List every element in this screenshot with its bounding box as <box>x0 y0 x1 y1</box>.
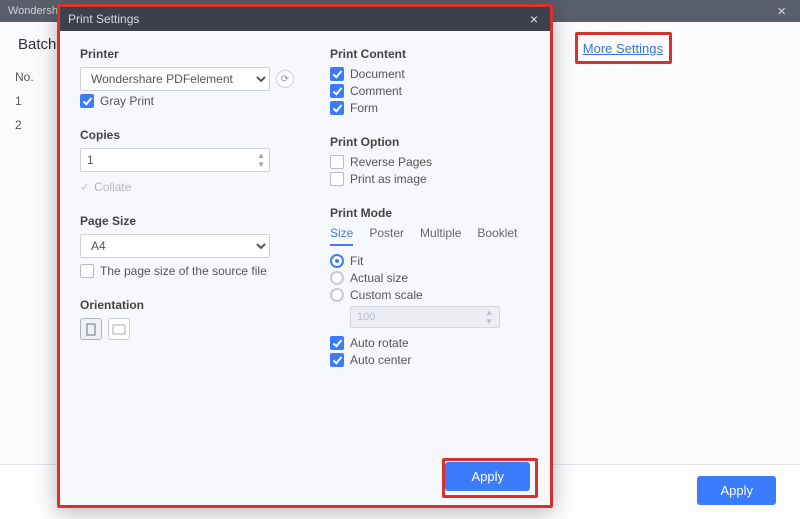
orientation-landscape-button[interactable] <box>108 318 130 340</box>
auto-rotate-checkbox[interactable]: Auto rotate <box>330 336 540 350</box>
orientation-label: Orientation <box>80 298 295 312</box>
source-pagesize-checkbox[interactable]: The page size of the source file <box>80 264 295 278</box>
copies-label: Copies <box>80 128 295 142</box>
copies-input[interactable]: 1 ▲▼ <box>80 148 270 172</box>
tab-booklet[interactable]: Booklet <box>477 226 517 246</box>
print-option-label: Print Option <box>330 135 540 149</box>
printer-select[interactable]: Wondershare PDFelement <box>80 67 270 91</box>
refresh-printer-icon[interactable]: ⟳ <box>276 70 294 88</box>
col-header-no: No. <box>15 70 34 94</box>
table-row[interactable]: 2 <box>15 118 34 142</box>
apply-button[interactable]: Apply <box>697 476 776 505</box>
print-mode-label: Print Mode <box>330 206 540 220</box>
auto-center-checkbox[interactable]: Auto center <box>330 353 540 367</box>
reverse-pages-checkbox[interactable]: Reverse Pages <box>330 155 540 169</box>
content-form-checkbox[interactable]: Form <box>330 101 540 115</box>
mode-actual-radio[interactable]: Actual size <box>330 271 540 285</box>
pagesize-label: Page Size <box>80 214 295 228</box>
tab-multiple[interactable]: Multiple <box>420 226 461 246</box>
print-as-image-checkbox[interactable]: Print as image <box>330 172 540 186</box>
dialog-title: Print Settings <box>68 12 139 26</box>
dialog-apply-button[interactable]: Apply <box>445 462 530 491</box>
print-settings-dialog: Print Settings × Printer Wondershare PDF… <box>57 4 553 508</box>
batch-table: No. 1 2 <box>15 70 34 142</box>
custom-scale-input: 100▲▼ <box>350 306 500 328</box>
content-comment-checkbox[interactable]: Comment <box>330 84 540 98</box>
app-title: Wondersha <box>8 5 64 17</box>
collate-option: ✓Collate <box>80 180 295 194</box>
table-row[interactable]: 1 <box>15 94 34 118</box>
mode-fit-radio[interactable]: Fit <box>330 254 540 268</box>
print-content-label: Print Content <box>330 47 540 61</box>
app-close-icon[interactable]: × <box>771 4 792 19</box>
tab-size[interactable]: Size <box>330 226 353 246</box>
dialog-titlebar: Print Settings × <box>60 7 550 31</box>
printer-label: Printer <box>80 47 295 61</box>
spinner-arrows-icon[interactable]: ▲▼ <box>257 151 265 169</box>
more-settings-link[interactable]: More Settings <box>583 41 663 56</box>
print-mode-tabs: Size Poster Multiple Booklet <box>330 226 540 246</box>
tab-poster[interactable]: Poster <box>369 226 404 246</box>
content-document-checkbox[interactable]: Document <box>330 67 540 81</box>
close-icon[interactable]: × <box>526 11 542 27</box>
orientation-portrait-button[interactable] <box>80 318 102 340</box>
pagesize-select[interactable]: A4 <box>80 234 270 258</box>
page-title: Batch <box>18 36 56 53</box>
mode-custom-radio[interactable]: Custom scale <box>330 288 540 302</box>
gray-print-checkbox[interactable]: Gray Print <box>80 94 295 108</box>
